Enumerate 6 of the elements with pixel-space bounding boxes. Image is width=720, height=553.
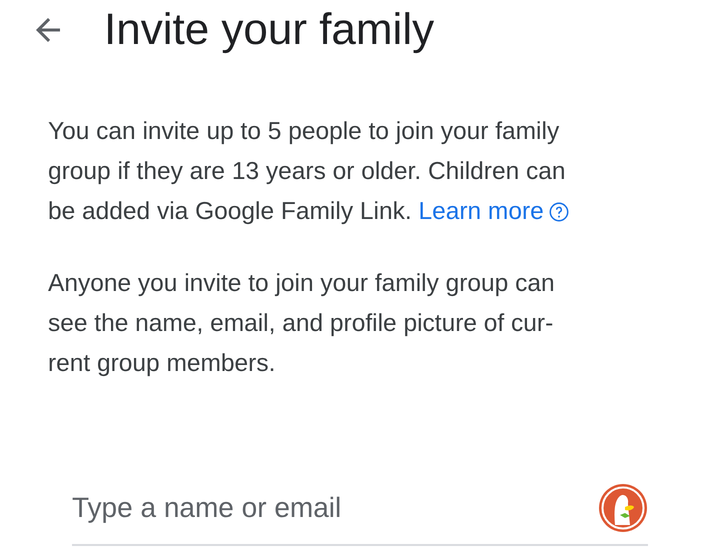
page-title: Invite your family (104, 5, 434, 55)
invite-field[interactable]: Type a name or email (72, 492, 598, 524)
help-icon (548, 201, 570, 223)
intro-text: You can invite up to 5 people to join your family group if they are 13 years or older. Children can be added via Google Family Link. Learn more (0, 112, 720, 232)
notice-text: Anyone you invite to join your family group can see the name, email, and profile picture of cur- rent group members. (47, 269, 556, 379)
learn-more-link[interactable]: Learn more (418, 192, 570, 232)
